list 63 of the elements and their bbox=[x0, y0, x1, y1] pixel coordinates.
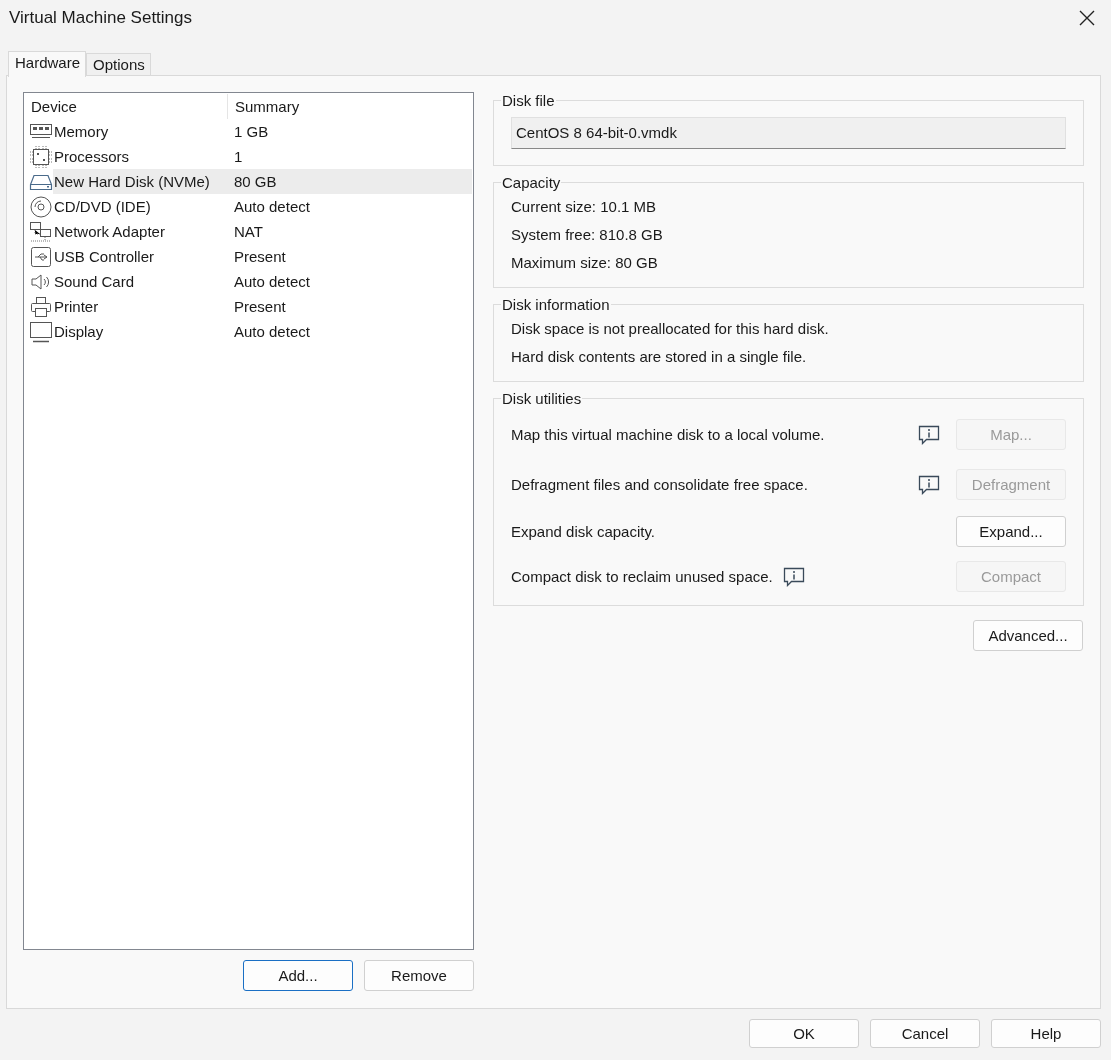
device-name: Printer bbox=[53, 298, 100, 315]
button[interactable]: Expand... bbox=[956, 516, 1066, 547]
device-summary: Auto detect bbox=[233, 323, 310, 340]
tab[interactable]: Hardware bbox=[8, 51, 87, 77]
device-name: Sound Card bbox=[53, 273, 136, 290]
device-name: CD/DVD (IDE) bbox=[53, 198, 152, 215]
usb-icon bbox=[29, 244, 53, 269]
utility-description: Compact disk to reclaim unused space. bbox=[511, 568, 773, 585]
device-name: New Hard Disk (NVMe) bbox=[53, 173, 211, 190]
group-title: Disk utilities bbox=[501, 390, 583, 407]
device-name: Display bbox=[53, 323, 105, 340]
group-title: Disk file bbox=[501, 92, 556, 109]
device-row[interactable]: Memory 1 GB bbox=[53, 119, 472, 144]
device-name: USB Controller bbox=[53, 248, 156, 265]
device-row[interactable]: Sound Card Auto detect bbox=[53, 269, 472, 294]
group-title: Disk information bbox=[501, 296, 611, 313]
monitor-icon bbox=[29, 319, 53, 344]
device-summary: Auto detect bbox=[233, 198, 310, 215]
device-summary: 1 GB bbox=[233, 123, 269, 140]
device-name: Network Adapter bbox=[53, 223, 166, 240]
device-row[interactable]: Display Auto detect bbox=[53, 319, 472, 344]
capacity-text: Maximum size: 80 GB bbox=[511, 253, 659, 273]
button[interactable]: Add... bbox=[243, 960, 353, 991]
device-name: Processors bbox=[53, 148, 131, 165]
network-computers-icon bbox=[29, 219, 53, 244]
utility-description: Defragment files and consolidate free space. bbox=[511, 475, 808, 493]
disc-icon bbox=[29, 194, 53, 219]
device-row[interactable]: New Hard Disk (NVMe) 80 GB bbox=[53, 169, 472, 194]
tab[interactable]: Options bbox=[86, 53, 151, 77]
button[interactable]: Cancel bbox=[870, 1019, 980, 1048]
device-summary: 1 bbox=[233, 148, 243, 165]
button[interactable]: Help bbox=[991, 1019, 1101, 1048]
device-row[interactable]: Processors 1 bbox=[53, 144, 472, 169]
info-bubble-icon bbox=[918, 473, 940, 495]
button[interactable]: Remove bbox=[364, 960, 474, 991]
utility-description: Expand disk capacity. bbox=[511, 523, 655, 540]
device-summary: 80 GB bbox=[233, 173, 277, 190]
capacity-text: Current size: 10.1 MB bbox=[511, 197, 658, 217]
window-title: Virtual Machine Settings bbox=[9, 8, 192, 28]
column-header[interactable]: Device bbox=[24, 94, 228, 119]
chip-icon bbox=[29, 144, 53, 169]
info-text: Disk space is not preallocated for this hard disk. bbox=[511, 319, 830, 339]
utility-description: Map this virtual machine disk to a local volume. bbox=[511, 425, 825, 443]
device-row[interactable]: CD/DVD (IDE) Auto detect bbox=[53, 194, 472, 219]
button[interactable]: OK bbox=[749, 1019, 859, 1048]
device-row[interactable]: USB Controller Present bbox=[53, 244, 472, 269]
close-icon bbox=[1079, 10, 1095, 26]
column-header[interactable]: Summary bbox=[228, 94, 300, 119]
printer-icon bbox=[29, 294, 53, 319]
capacity-text: System free: 810.8 GB bbox=[511, 225, 664, 245]
advanced-button[interactable]: Advanced... bbox=[973, 620, 1083, 651]
group-title: Capacity bbox=[501, 174, 562, 191]
info-bubble-icon bbox=[918, 423, 940, 445]
info-bubble-icon bbox=[782, 566, 805, 587]
device-row[interactable]: Printer Present bbox=[53, 294, 472, 319]
device-name: Memory bbox=[53, 123, 110, 140]
device-summary: NAT bbox=[233, 223, 263, 240]
file-name-field[interactable]: CentOS 8 64-bit-0.vmdk bbox=[511, 117, 1066, 149]
device-row[interactable]: Network Adapter NAT bbox=[53, 219, 472, 244]
device-summary: Present bbox=[233, 298, 286, 315]
device-summary: Auto detect bbox=[233, 273, 310, 290]
info-text: Hard disk contents are stored in a single file. bbox=[511, 347, 808, 367]
device-summary: Present bbox=[233, 248, 286, 265]
